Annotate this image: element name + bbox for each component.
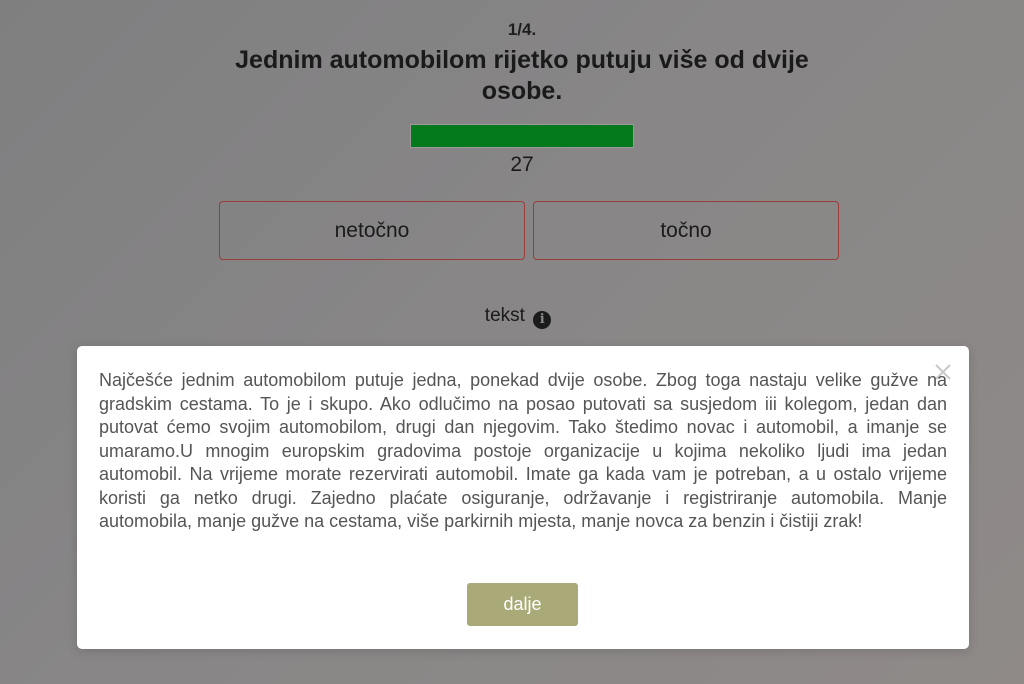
show-text-label: tekst: [484, 305, 525, 326]
info-circle-icon: i: [533, 311, 552, 329]
timer-progress-fill: [411, 125, 633, 147]
timer-progress-bar: [410, 124, 634, 148]
timer-value: 27: [510, 153, 534, 176]
modal-body-text: Najčešće jednim automobilom putuje jedna…: [99, 370, 947, 531]
answer-false-button[interactable]: netočno: [219, 201, 525, 260]
question-counter: 1/4.: [507, 20, 537, 39]
question-text: Jednim automobilom rijetko putuju više o…: [235, 46, 809, 105]
show-text-link[interactable]: tekst i: [0, 305, 1024, 329]
text-modal: Najčešće jednim automobilom putuje jedna…: [77, 346, 969, 649]
answer-true-button[interactable]: točno: [533, 201, 839, 260]
next-button[interactable]: dalje: [467, 583, 578, 626]
